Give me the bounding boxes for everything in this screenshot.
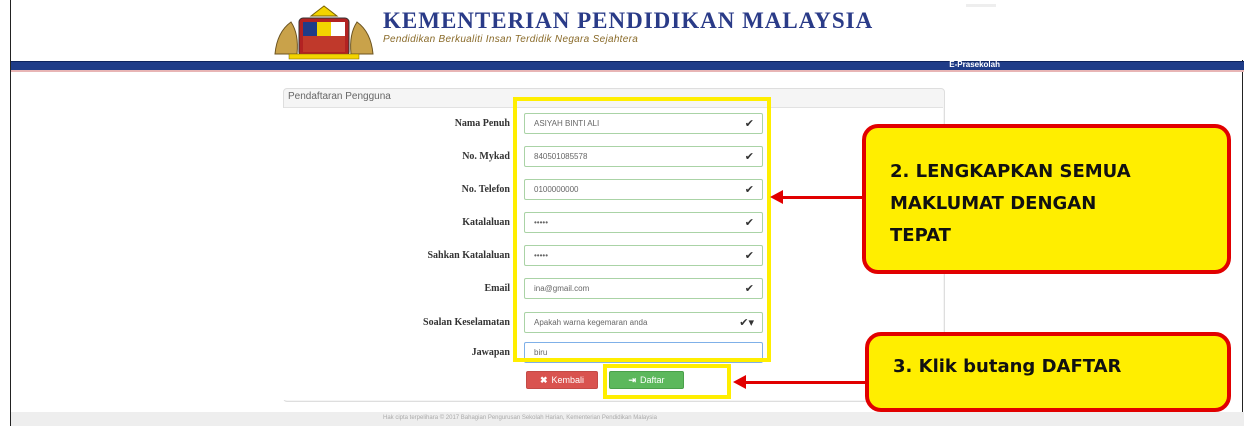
- back-button-label: Kembali: [551, 375, 585, 385]
- ministry-title: KEMENTERIAN PENDIDIKAN MALAYSIA: [383, 8, 874, 33]
- back-button[interactable]: ✖ Kembali: [526, 371, 598, 389]
- label-password: Katalaluan: [462, 217, 510, 228]
- ministry-subtitle: Pendidikan Berkualiti Insan Terdidik Neg…: [383, 34, 639, 45]
- callout-1-line-1: 2. LENGKAPKAN SEMUA: [890, 161, 1131, 182]
- label-mykad: No. Mykad: [462, 151, 510, 162]
- callout-complete-details: 2. LENGKAPKAN SEMUA MAKLUMAT DENGAN TEPA…: [862, 124, 1231, 274]
- callout-1-line-3: TEPAT: [890, 225, 951, 246]
- label-email: Email: [484, 283, 510, 294]
- arrow-to-fields: [770, 190, 862, 204]
- footer-text: Hak cipta terpelihara © 2017 Bahagian Pe…: [383, 415, 657, 421]
- arrow-to-register: [733, 375, 865, 389]
- site-header: KEMENTERIAN PENDIDIKAN MALAYSIA Pendidik…: [11, 0, 1244, 60]
- register-highlight-box: [603, 364, 731, 399]
- label-phone: No. Telefon: [461, 184, 510, 195]
- callout-2-text: 3. Klik butang DAFTAR: [893, 356, 1122, 377]
- fields-highlight-box: [513, 97, 771, 362]
- label-security-question: Soalan Keselamatan: [423, 317, 510, 328]
- label-confirm-password: Sahkan Katalaluan: [427, 250, 510, 261]
- header-faint-mark: [966, 4, 996, 7]
- page-footer: Hak cipta terpelihara © 2017 Bahagian Pe…: [11, 412, 1244, 426]
- label-answer: Jawapan: [471, 347, 510, 358]
- nav-bar: E-Prasekolah: [11, 60, 1244, 72]
- callout-1-line-2: MAKLUMAT DENGAN: [890, 193, 1097, 214]
- nav-divider: [11, 70, 1244, 72]
- panel-title: Pendaftaran Pengguna: [288, 91, 391, 102]
- coat-of-arms-logo: [274, 5, 374, 60]
- close-icon: ✖: [539, 374, 548, 385]
- label-full-name: Nama Penuh: [454, 118, 510, 129]
- nav-brand-link[interactable]: E-Prasekolah: [949, 60, 1000, 69]
- callout-click-register: 3. Klik butang DAFTAR: [865, 332, 1231, 412]
